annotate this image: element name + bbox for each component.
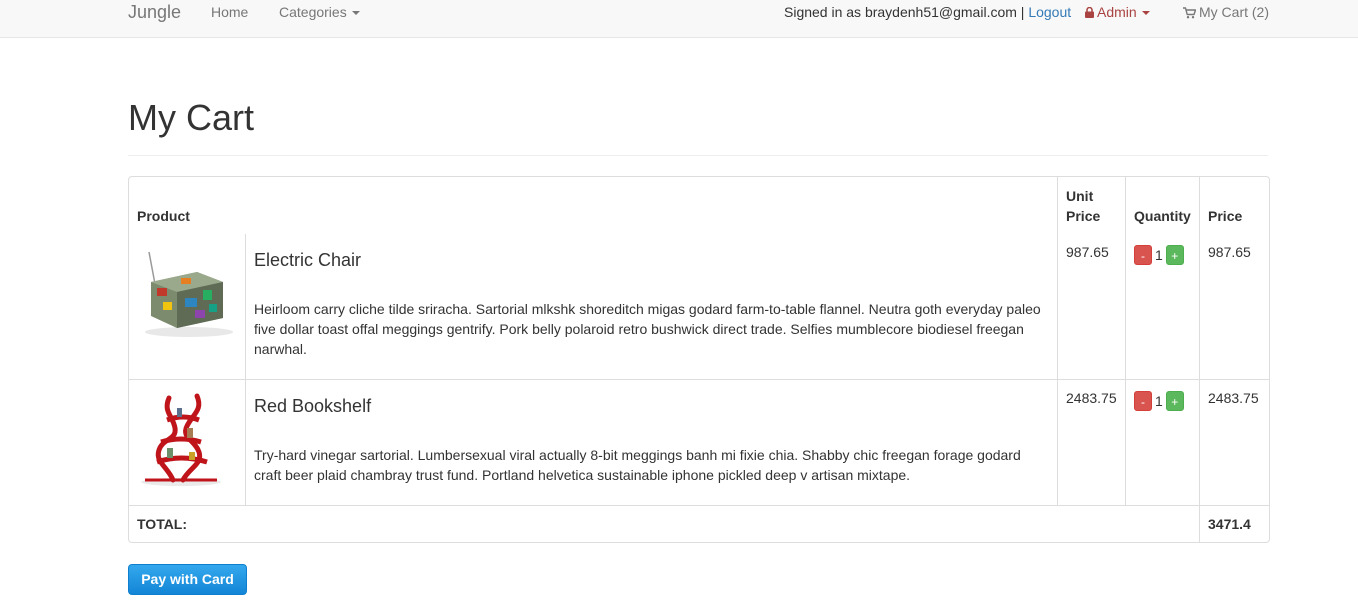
increase-quantity-button[interactable]: + [1165, 245, 1184, 266]
header-product: Product [129, 177, 1059, 234]
product-cell: Electric Chair Heirloom carry cliche til… [246, 234, 1059, 380]
product-description: Try-hard vinegar sartorial. Lumbersexual… [254, 447, 1021, 483]
header-unit-price: Unit Price [1058, 177, 1127, 234]
my-cart-label: My Cart (2) [1199, 4, 1269, 20]
product-image-cell [129, 234, 246, 380]
caret-down-icon [1141, 11, 1150, 16]
quantity-stepper: -1 + [1134, 388, 1191, 412]
total-value: 3471.4 [1208, 516, 1251, 532]
quantity-value: 1 [1155, 393, 1163, 410]
pay-with-card-button[interactable]: Pay with Card [128, 564, 247, 595]
quantity-value: 1 [1155, 247, 1163, 264]
price-cell: 987.65 [1200, 234, 1270, 380]
shopping-cart-icon [1183, 7, 1196, 19]
quantity-cell: -1 + [1126, 234, 1201, 380]
title-divider [128, 155, 1268, 156]
total-label: TOTAL: [129, 506, 1201, 542]
decrease-quantity-button[interactable]: - [1134, 391, 1153, 412]
my-cart-link[interactable]: My Cart (2) [1183, 0, 1269, 24]
electric-chair-image [145, 251, 233, 337]
signed-in-text: Signed in as braydenh51@gmail.com | [784, 4, 1025, 20]
header-quantity: Quantity [1126, 177, 1201, 234]
brand-link[interactable]: Jungle [128, 0, 181, 24]
price-cell: 2483.75 [1200, 380, 1270, 506]
nav-categories-dropdown[interactable]: Categories [279, 0, 360, 24]
cart-table: Product Unit Price Quantity Price Electr… [128, 176, 1271, 543]
unit-price-cell: 2483.75 [1058, 380, 1127, 506]
unit-price-cell: 987.65 [1058, 234, 1127, 380]
red-bookshelf-image [141, 393, 221, 486]
admin-label: Admin [1097, 4, 1137, 20]
quantity-cell: -1 + [1126, 380, 1201, 506]
header-price: Price [1208, 208, 1243, 224]
product-cell: Red Bookshelf Try-hard vinegar sartorial… [246, 380, 1059, 506]
table-row: Red Bookshelf Try-hard vinegar sartorial… [129, 380, 1270, 506]
nav-home-link[interactable]: Home [211, 0, 248, 24]
caret-down-icon [351, 11, 360, 16]
product-name[interactable]: Red Bookshelf [254, 396, 1049, 416]
quantity-stepper: -1 + [1134, 242, 1191, 266]
product-name[interactable]: Electric Chair [254, 250, 1049, 270]
table-row: Electric Chair Heirloom carry cliche til… [129, 234, 1270, 380]
lock-icon [1085, 7, 1094, 18]
admin-dropdown[interactable]: Admin [1085, 0, 1150, 24]
table-header-row: Product Unit Price Quantity Price [129, 177, 1269, 234]
decrease-quantity-button[interactable]: - [1134, 245, 1153, 266]
top-navbar: Jungle Home Categories Signed in as bray… [0, 0, 1358, 38]
logout-link[interactable]: Logout [1028, 4, 1071, 20]
total-row: TOTAL: 3471.4 [129, 506, 1269, 542]
page-title: My Cart [128, 97, 254, 138]
product-image-cell [129, 380, 246, 506]
categories-label: Categories [279, 4, 347, 20]
signed-in-status: Signed in as braydenh51@gmail.com | Logo… [784, 0, 1071, 24]
product-description: Heirloom carry cliche tilde sriracha. Sa… [254, 301, 1041, 357]
increase-quantity-button[interactable]: + [1165, 391, 1184, 412]
